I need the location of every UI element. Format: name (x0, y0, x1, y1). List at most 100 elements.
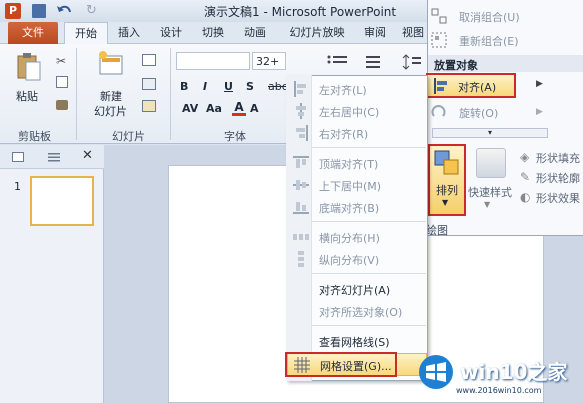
panel-scroll-bar[interactable]: ▾ (432, 128, 548, 138)
align-right-icon (293, 125, 309, 141)
close-panel-icon[interactable]: ✕ (82, 148, 96, 163)
shadow-icon[interactable]: S (246, 80, 254, 93)
layout-icon[interactable] (142, 54, 156, 66)
strikethrough-icon[interactable]: abc (268, 80, 288, 93)
paste-button[interactable]: 粘贴 (16, 88, 38, 104)
ungroup-icon (431, 8, 447, 24)
format-painter-icon[interactable] (56, 100, 68, 110)
grow-font-icon[interactable]: A (250, 102, 259, 115)
underline-icon[interactable]: U (224, 80, 233, 93)
watermark: win10之家 www.2016win10.com (410, 352, 583, 403)
view-gridlines-item[interactable]: 查看网格线(S) (287, 330, 427, 352)
watermark-brand: win10之家 (460, 360, 568, 384)
regroup-item: 重新组合(E) (428, 30, 578, 50)
align-center-icon (293, 103, 309, 119)
powerpoint-logo-icon: P (5, 3, 21, 19)
align-left-icon (293, 81, 309, 97)
watermark-url: www.2016win10.com (456, 386, 542, 395)
menu-divider (312, 325, 426, 326)
paste-icon[interactable] (16, 52, 42, 82)
arrange-label: 排列 (436, 184, 458, 197)
distribute-vertical-icon (293, 251, 309, 267)
tab-home[interactable]: 开始 (64, 22, 108, 45)
tab-file[interactable]: 文件 (8, 22, 58, 44)
shape-effects-label[interactable]: 形状效果 (536, 190, 580, 206)
reset-icon[interactable] (142, 78, 156, 90)
group-label-slides: 幻灯片 (112, 130, 145, 143)
menu-divider (312, 147, 426, 148)
submenu-arrow-icon: ▶ (536, 79, 543, 89)
slide-number: 1 (14, 180, 21, 193)
align-right-item: 右对齐(R) (287, 122, 427, 144)
tab-insert[interactable]: 插入 (112, 22, 146, 44)
align-to-slide-item[interactable]: 对齐幻灯片(A) (287, 278, 427, 300)
bold-icon[interactable]: B (180, 80, 188, 93)
quick-styles-arrow-icon: ▼ (484, 200, 491, 209)
align-top-item: 顶端对齐(T) (287, 152, 427, 174)
tab-view[interactable]: 视图 (398, 22, 428, 44)
align-bottom-item: 底端对齐(B) (287, 196, 427, 218)
group-label-font: 字体 (224, 130, 246, 143)
align-left-item: 左对齐(L) (287, 78, 427, 100)
ungroup-item: 取消组合(U) (428, 6, 578, 26)
change-case-icon[interactable]: Aa (206, 102, 222, 115)
new-slide-icon[interactable] (96, 50, 126, 80)
distribute-horizontal-item: 横向分布(H) (287, 226, 427, 248)
numbering-icon[interactable] (360, 54, 384, 68)
submenu-arrow-icon: ▶ (536, 107, 543, 117)
menu-divider (312, 273, 426, 274)
new-slide-label-1[interactable]: 新建 (100, 88, 122, 104)
rotate-item: 旋转(O) (428, 102, 578, 122)
drawing-group-label: 绘图 (426, 224, 448, 237)
italic-icon[interactable]: I (203, 80, 207, 93)
slide-thumbnail[interactable] (30, 176, 94, 226)
window-title: 演示文稿1 - Microsoft PowerPoint (204, 5, 397, 19)
ribbon-separator (76, 48, 77, 140)
shape-effects-icon[interactable]: ◐ (520, 190, 534, 204)
shape-outline-icon[interactable]: ✎ (520, 170, 534, 184)
section-title: 放置对象 (434, 59, 478, 72)
align-top-icon (293, 155, 309, 171)
line-spacing-icon[interactable] (402, 54, 422, 70)
align-bottom-icon (293, 199, 309, 215)
tab-design[interactable]: 设计 (152, 22, 190, 44)
group-label-clipboard: 剪贴板 (18, 130, 51, 143)
arrange-dropdown-arrow-icon: ▼ (442, 198, 449, 207)
font-size-value: 32+ (256, 55, 280, 68)
arrange-icon (434, 150, 460, 176)
align-selected-objects-item: 对齐所选对象(O) (319, 306, 403, 319)
watermark-logo-icon (419, 355, 453, 389)
character-spacing-icon[interactable]: AV (182, 102, 198, 115)
quick-styles-icon[interactable] (476, 148, 506, 178)
section-icon[interactable] (142, 100, 156, 112)
tab-animations[interactable]: 动画 (238, 22, 272, 44)
shape-outline-label[interactable]: 形状轮廓 (536, 170, 580, 186)
distribute-horizontal-icon (293, 229, 309, 245)
redo-icon[interactable]: ↻ (86, 3, 100, 19)
cut-icon[interactable]: ✂ (56, 54, 70, 68)
copy-icon[interactable] (56, 76, 68, 88)
outline-tab-icon[interactable] (48, 152, 60, 162)
align-center-item: 左右居中(C) (287, 100, 427, 122)
shape-fill-icon[interactable]: ◈ (520, 150, 534, 164)
ribbon-separator (170, 48, 171, 140)
align-icon (433, 78, 449, 94)
quick-styles-label[interactable]: 快速样式 (468, 184, 512, 200)
font-color-icon[interactable]: A (232, 100, 246, 116)
tab-slideshow[interactable]: 幻灯片放映 (282, 22, 352, 44)
save-icon[interactable] (32, 4, 46, 18)
new-slide-label-2[interactable]: 幻灯片 (94, 103, 127, 119)
slides-tab-icon[interactable] (12, 152, 24, 162)
grid-settings-highlight (285, 352, 397, 377)
align-middle-item: 上下居中(M) (287, 174, 427, 196)
align-middle-icon (293, 177, 309, 193)
font-name-combo[interactable] (176, 52, 250, 70)
tab-review[interactable]: 审阅 (358, 22, 392, 44)
menu-divider (312, 221, 426, 222)
distribute-vertical-item: 纵向分布(V) (287, 248, 427, 270)
shape-fill-label[interactable]: 形状填充 (536, 150, 580, 166)
undo-icon[interactable] (55, 2, 73, 20)
regroup-icon (431, 32, 447, 48)
bullets-icon[interactable] (327, 54, 351, 68)
tab-transitions[interactable]: 切换 (196, 22, 230, 44)
